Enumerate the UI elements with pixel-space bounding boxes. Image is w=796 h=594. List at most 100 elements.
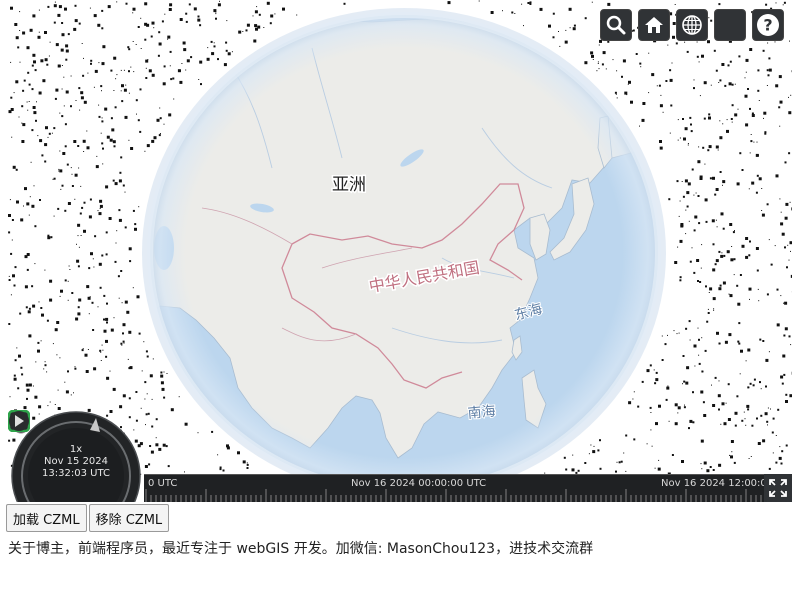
star <box>12 165 16 169</box>
star <box>40 340 42 342</box>
star <box>106 302 108 305</box>
star <box>784 327 788 331</box>
star <box>101 254 104 257</box>
star <box>18 354 21 358</box>
star <box>82 348 84 350</box>
star <box>105 317 109 321</box>
star <box>745 71 747 73</box>
star <box>31 88 34 91</box>
home-button[interactable] <box>638 9 670 41</box>
star <box>741 419 744 422</box>
star <box>62 152 66 155</box>
star <box>729 454 730 456</box>
star <box>93 86 95 88</box>
star <box>16 347 18 349</box>
star <box>768 467 771 470</box>
star <box>731 83 734 86</box>
star <box>59 112 61 114</box>
star <box>57 207 60 210</box>
star <box>734 411 738 415</box>
star <box>699 177 703 180</box>
search-button[interactable] <box>600 9 632 41</box>
star <box>56 354 58 356</box>
star <box>49 401 51 403</box>
star <box>94 69 98 73</box>
star <box>94 235 97 238</box>
remove-czml-button[interactable]: 移除 CZML <box>88 504 170 532</box>
star <box>116 1 118 3</box>
star <box>135 391 138 393</box>
star <box>774 245 776 247</box>
star <box>38 405 42 409</box>
star <box>31 204 35 208</box>
star <box>746 404 750 408</box>
star <box>721 402 725 406</box>
star <box>788 152 791 155</box>
globe[interactable]: 亚洲 中华人民共和国 东海 南海 <box>142 8 666 498</box>
star <box>591 1 593 3</box>
star <box>102 163 104 165</box>
star <box>219 0 220 2</box>
star <box>734 230 735 232</box>
star <box>721 252 723 254</box>
star <box>28 334 32 338</box>
load-czml-button[interactable]: 加载 CZML <box>6 504 87 532</box>
star <box>10 294 12 296</box>
star <box>717 394 721 398</box>
star <box>101 117 103 119</box>
cesium-viewer[interactable]: 亚洲 中华人民共和国 东海 南海 ? 1x Nov 15 2024 13:32:… <box>8 0 792 502</box>
star <box>709 287 713 291</box>
star <box>780 462 783 465</box>
star <box>738 322 741 325</box>
star <box>679 200 681 202</box>
star <box>44 361 46 363</box>
star <box>29 196 31 198</box>
star <box>15 36 19 40</box>
star <box>713 49 716 52</box>
star <box>45 126 48 130</box>
star <box>32 304 36 308</box>
star <box>105 253 108 256</box>
star <box>93 367 97 371</box>
animation-widget[interactable]: 1x Nov 15 2024 13:32:03 UTC <box>8 410 144 502</box>
star <box>730 258 734 262</box>
star <box>693 87 695 90</box>
star <box>768 57 771 60</box>
star <box>20 218 24 222</box>
fullscreen-button[interactable] <box>764 474 792 502</box>
star <box>73 392 74 394</box>
star <box>716 331 719 335</box>
scene-mode-button[interactable] <box>676 9 708 41</box>
play-forward-button[interactable] <box>8 410 30 432</box>
star <box>14 266 17 269</box>
star <box>780 295 782 297</box>
star <box>88 267 91 270</box>
star <box>704 198 708 202</box>
star <box>762 49 765 52</box>
star <box>126 310 130 314</box>
star <box>115 78 117 80</box>
star <box>783 302 784 304</box>
star <box>751 424 754 427</box>
help-button[interactable]: ? <box>752 9 784 41</box>
star <box>674 261 678 264</box>
star <box>132 7 136 11</box>
star <box>31 285 34 288</box>
star <box>690 123 692 126</box>
star <box>745 58 749 62</box>
star <box>15 168 18 171</box>
star <box>781 450 784 453</box>
base-layer-picker-button[interactable] <box>714 9 746 41</box>
star <box>61 22 64 24</box>
star <box>734 113 738 117</box>
star <box>702 371 704 372</box>
star <box>780 222 784 226</box>
star <box>64 209 67 212</box>
star <box>23 205 24 207</box>
star <box>755 153 759 157</box>
star <box>128 247 132 251</box>
star <box>683 380 686 383</box>
star <box>688 320 691 323</box>
timeline[interactable]: 0 UTC Nov 16 2024 00:00:00 UTC Nov 16 20… <box>144 474 764 502</box>
star <box>31 129 34 132</box>
